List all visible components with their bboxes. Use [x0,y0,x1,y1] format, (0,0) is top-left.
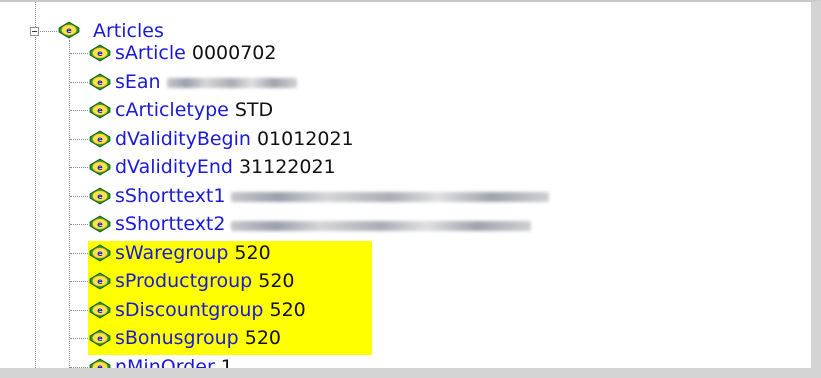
svg-text:e: e [97,363,103,369]
node-value: 1 [220,355,233,369]
node-name: dValidityBegin [115,127,251,150]
tree-guide-line [69,40,70,368]
svg-text:e: e [97,106,103,115]
node-value: 520 [234,241,271,264]
tree-node-sProductgroup[interactable]: sProductgroup 520 [115,268,295,294]
tree-connector [70,81,88,83]
tree-connector [70,366,88,368]
xml-element-icon: e [89,130,111,147]
svg-text:e: e [97,192,103,201]
tree-connector [70,338,88,339]
tree-guide-line [35,2,36,27]
node-name: sDiscountgroup [115,298,264,321]
node-value: 31122021 [238,156,336,178]
redacted-value [231,220,532,231]
tree-connector [40,31,57,32]
svg-text:e: e [97,220,103,229]
svg-text:e: e [97,135,103,144]
node-name: sProductgroup [115,270,253,292]
xml-element-icon: e [58,21,80,39]
tree-node-cArticletype[interactable]: cArticletype STD [115,97,273,123]
window-frame: e Articles e sArticle 0000702 e sEan e cArticl… [0,0,821,378]
xml-element-icon: e [89,329,111,347]
node-name: Articles [93,20,164,42]
node-name: nMinOrder [115,355,215,369]
xml-element-icon: e [89,272,111,290]
svg-text:e: e [97,78,103,87]
tree-connector [70,110,88,111]
xml-element-icon: e [89,73,111,90]
xml-element-icon: e [89,301,111,318]
node-name: sShorttext2 [115,213,226,235]
node-name: sArticle [115,42,186,64]
tree-connector [70,53,88,54]
tree-node-sEan[interactable]: sEan [115,69,297,95]
tree-node-sShorttext1[interactable]: sShorttext1 [115,183,550,209]
tree-connector [70,281,88,282]
xml-element-icon: e [89,158,111,176]
xml-tree-view[interactable]: e Articles e sArticle 0000702 e sEan e cArticl… [0,2,811,368]
node-name: sShorttext1 [115,184,226,207]
svg-text:e: e [66,26,72,35]
xml-element-icon: e [89,358,111,369]
redacted-value [231,192,550,202]
collapse-toggle[interactable] [30,27,39,36]
node-value: 520 [258,270,295,292]
tree-node-nMinOrder[interactable]: nMinOrder 1 [115,354,233,369]
tree-connector [70,224,88,225]
svg-text:e: e [97,334,103,343]
tree-node-sArticle[interactable]: sArticle 0000702 [115,40,276,66]
tree-connector [70,252,88,254]
redacted-value [166,78,297,88]
tree-connector [70,195,88,197]
tree-node-sWaregroup[interactable]: sWaregroup 520 [115,240,271,266]
tree-guide-line [35,37,36,368]
node-name: cArticletype [115,99,229,121]
node-value: 01012021 [256,127,354,150]
svg-text:e: e [97,306,103,315]
tree-connector [70,309,88,311]
tree-node-sShorttext2[interactable]: sShorttext2 [115,211,532,237]
tree-node-sDiscountgroup[interactable]: sDiscountgroup 520 [115,297,306,323]
node-value: 520 [269,298,306,321]
tree-node-dValidityEnd[interactable]: dValidityEnd 31122021 [115,154,336,180]
svg-text:e: e [97,277,103,286]
xml-element-icon: e [89,187,111,204]
tree-node-sBonusgroup[interactable]: sBonusgroup 520 [115,325,281,351]
xml-element-icon: e [89,244,111,261]
node-name: dValidityEnd [115,156,233,178]
svg-text:e: e [97,249,103,258]
node-value: STD [234,99,274,121]
tree-connector [70,138,88,140]
tree-node-dValidityBegin[interactable]: dValidityBegin 01012021 [115,126,354,152]
node-name: sEan [115,70,161,93]
xml-element-icon: e [89,44,111,62]
xml-element-icon: e [89,215,111,233]
svg-text:e: e [97,163,103,172]
xml-element-icon: e [89,101,111,119]
node-value: 520 [244,327,281,349]
svg-text:e: e [97,49,103,58]
tree-connector [70,167,88,168]
node-name: sBonusgroup [115,327,239,349]
node-name: sWaregroup [115,241,229,264]
node-value: 0000702 [191,42,277,64]
